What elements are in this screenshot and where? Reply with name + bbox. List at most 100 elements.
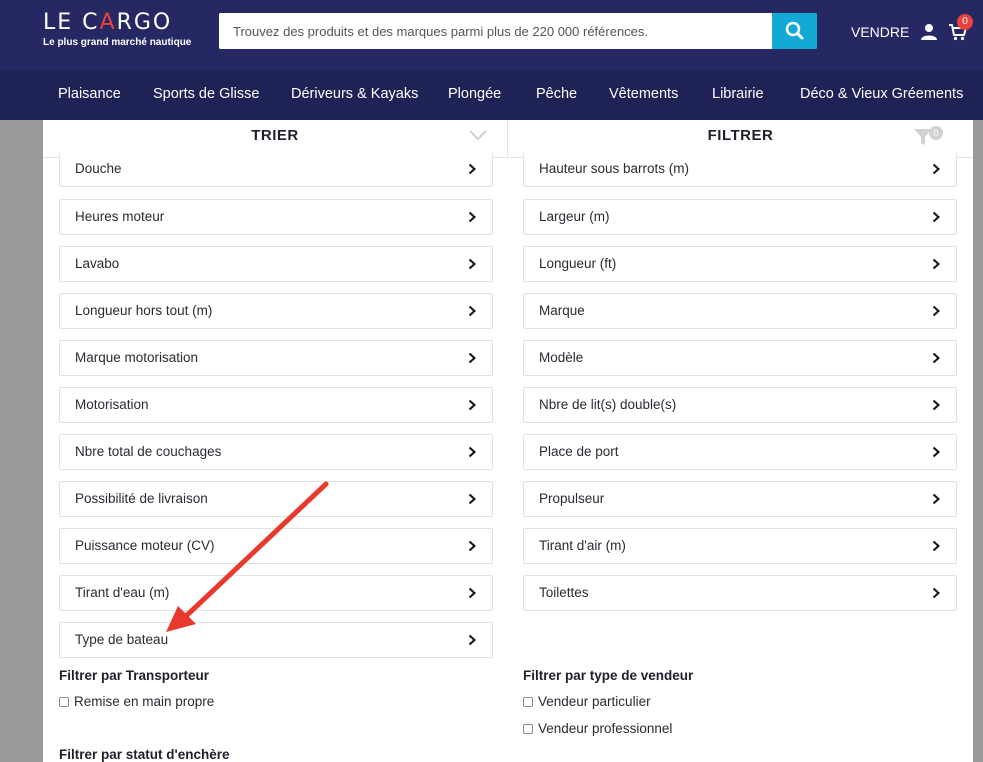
filter-row-toilettes[interactable]: Toilettes (523, 575, 957, 611)
chevron-right-icon (932, 211, 940, 223)
filter-row-label: Hauteur sous barrots (m) (539, 161, 690, 176)
filter-row-nbre-total-couchages[interactable]: Nbre total de couchages (59, 434, 493, 470)
filter-row-modele[interactable]: Modèle (523, 340, 957, 376)
sell-link[interactable]: VENDRE (851, 24, 909, 40)
chevron-right-icon (468, 258, 476, 270)
nav-item-plongee[interactable]: Plongée (448, 70, 501, 118)
filter-row-puissance-moteur[interactable]: Puissance moteur (CV) (59, 528, 493, 564)
filter-panel: TRIER FILTRER 0 Douche Heures moteur Lav… (43, 120, 973, 762)
search-input[interactable] (219, 13, 772, 49)
checkbox-box[interactable] (59, 696, 69, 707)
checkbox-label: Vendeur particulier (538, 694, 651, 709)
chevron-right-icon (468, 493, 476, 505)
filter-row-possibilite-livraison[interactable]: Possibilité de livraison (59, 481, 493, 517)
filter-row-label: Tirant d'air (m) (539, 538, 626, 553)
chevron-right-icon (932, 399, 940, 411)
filter-row-label: Longueur hors tout (m) (75, 303, 213, 318)
filter-row-tirant-eau[interactable]: Tirant d'eau (m) (59, 575, 493, 611)
chevron-right-icon (932, 540, 940, 552)
filter-row-label: Place de port (539, 444, 619, 459)
filter-row-label: Toilettes (539, 585, 589, 600)
chevron-right-icon (468, 446, 476, 458)
nav-item-deco-vieux-greements[interactable]: Déco & Vieux Gréements (800, 70, 963, 118)
filter-row-label: Tirant d'eau (m) (75, 585, 170, 600)
filter-row-label: Modèle (539, 350, 584, 365)
chevron-right-icon (932, 305, 940, 317)
chevron-right-icon (932, 446, 940, 458)
site-header: LE CARGO Le plus grand marché nautique V… (0, 0, 983, 70)
checkbox-vendeur-professionnel[interactable]: Vendeur professionnel (523, 721, 672, 736)
enchere-filter-title: Filtrer par statut d'enchère (59, 747, 230, 762)
chevron-right-icon (468, 211, 476, 223)
filter-row-type-de-bateau[interactable]: Type de bateau (59, 622, 493, 658)
chevron-right-icon (468, 399, 476, 411)
filter-row-label: Marque motorisation (75, 350, 199, 365)
filter-row-label: Motorisation (75, 397, 149, 412)
chevron-right-icon (468, 634, 476, 646)
filter-row-longueur-hors-tout[interactable]: Longueur hors tout (m) (59, 293, 493, 329)
filter-row-label: Nbre de lit(s) double(s) (539, 397, 677, 412)
filter-row-label: Propulseur (539, 491, 605, 506)
tab-filter-label: FILTRER (707, 127, 774, 144)
nav-item-deriveurs-kayaks[interactable]: Dériveurs & Kayaks (291, 70, 418, 118)
checkbox-remise-en-main-propre[interactable]: Remise en main propre (59, 694, 214, 709)
checkbox-label: Remise en main propre (74, 694, 215, 709)
nav-item-vetements[interactable]: Vêtements (609, 70, 678, 118)
nav-item-sports-de-glisse[interactable]: Sports de Glisse (153, 70, 259, 118)
cart-count-badge: 0 (957, 14, 973, 30)
nav-item-peche[interactable]: Pêche (536, 70, 577, 118)
checkbox-box[interactable] (523, 723, 533, 734)
chevron-right-icon (468, 305, 476, 317)
chevron-right-icon (468, 352, 476, 364)
chevron-right-icon (932, 163, 940, 175)
filter-row-douche[interactable]: Douche (59, 153, 493, 187)
filter-row-heures-moteur[interactable]: Heures moteur (59, 199, 493, 235)
filter-row-label: Longueur (ft) (539, 256, 617, 271)
filter-count: 0 (933, 128, 938, 138)
filter-row-marque[interactable]: Marque (523, 293, 957, 329)
chevron-right-icon (468, 587, 476, 599)
chevron-right-icon (468, 163, 476, 175)
funnel-icon: 0 (914, 126, 943, 145)
filter-row-label: Marque (539, 303, 585, 318)
search-icon (785, 21, 804, 40)
filter-row-label: Heures moteur (75, 209, 165, 224)
checkbox-label: Vendeur professionnel (538, 721, 673, 736)
tab-sort-label: TRIER (251, 127, 299, 144)
filter-row-marque-motorisation[interactable]: Marque motorisation (59, 340, 493, 376)
logo-tagline: Le plus grand marché nautique (43, 37, 192, 48)
chevron-right-icon (468, 540, 476, 552)
filter-row-label: Puissance moteur (CV) (75, 538, 215, 553)
filter-row-place-de-port[interactable]: Place de port (523, 434, 957, 470)
chevron-right-icon (932, 352, 940, 364)
search-bar (219, 13, 817, 49)
nav-item-librairie[interactable]: Librairie (712, 70, 764, 118)
vendeur-filter-title: Filtrer par type de vendeur (523, 668, 694, 683)
logo[interactable]: LE CARGO Le plus grand marché nautique (43, 10, 191, 48)
search-button[interactable] (772, 13, 817, 49)
filter-row-motorisation[interactable]: Motorisation (59, 387, 493, 423)
chevron-right-icon (932, 258, 940, 270)
logo-title: LE CARGO (43, 10, 173, 35)
filter-row-label: Douche (75, 161, 122, 176)
filter-row-label: Lavabo (75, 256, 120, 271)
filter-row-label: Type de bateau (75, 632, 169, 647)
chevron-right-icon (932, 493, 940, 505)
filter-row-largeur[interactable]: Largeur (m) (523, 199, 957, 235)
filter-row-label: Nbre total de couchages (75, 444, 222, 459)
filter-row-label: Possibilité de livraison (75, 491, 208, 506)
nav-item-plaisance[interactable]: Plaisance (58, 70, 121, 118)
filter-row-longueur-ft[interactable]: Longueur (ft) (523, 246, 957, 282)
checkbox-box[interactable] (523, 696, 533, 707)
filter-row-lavabo[interactable]: Lavabo (59, 246, 493, 282)
filter-row-hauteur-sous-barrots[interactable]: Hauteur sous barrots (m) (523, 153, 957, 187)
filter-row-propulseur[interactable]: Propulseur (523, 481, 957, 517)
checkbox-vendeur-particulier[interactable]: Vendeur particulier (523, 694, 651, 709)
filter-row-label: Largeur (m) (539, 209, 610, 224)
filter-row-tirant-air[interactable]: Tirant d'air (m) (523, 528, 957, 564)
chevron-right-icon (932, 587, 940, 599)
transporteur-filter-title: Filtrer par Transporteur (59, 668, 210, 683)
filter-row-nbre-lits-doubles[interactable]: Nbre de lit(s) double(s) (523, 387, 957, 423)
chevron-down-icon (469, 130, 487, 141)
user-icon[interactable] (920, 23, 938, 41)
